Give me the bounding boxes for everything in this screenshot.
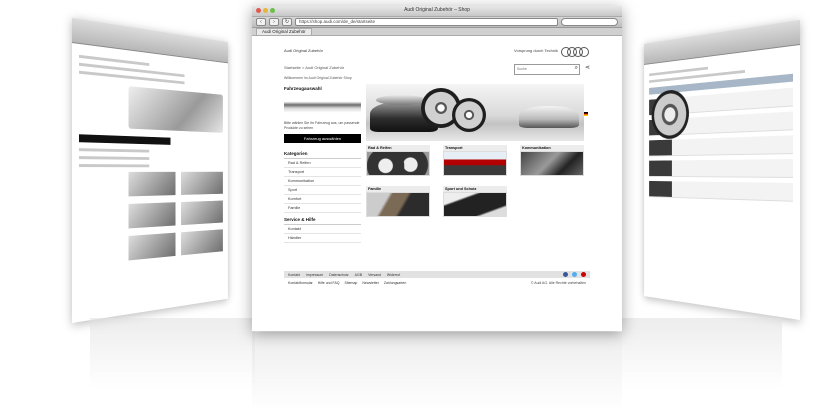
category-tile[interactable]: Sport und Schutz: [443, 186, 507, 217]
back-arrow-icon[interactable]: ‹: [256, 18, 266, 26]
copyright: © Audi AG. Alle Rechte vorbehalten: [530, 281, 586, 285]
logo-tagline: Vorsprung durch Technik: [514, 48, 558, 53]
vehicle-selection-heading: Fahrzeugauswahl: [284, 86, 322, 91]
category-tile[interactable]: Rad & Reifen: [366, 145, 430, 176]
side-left-button: [79, 134, 171, 145]
tile-image: [366, 151, 430, 176]
hero-wheel: [452, 98, 486, 132]
right-column: Rad & Reifen Transport Kommunikation Fam…: [366, 84, 584, 243]
browser-search-field[interactable]: [561, 18, 618, 26]
page-header: Audi Original Zubehör Vorsprung durch Te…: [284, 36, 622, 62]
page-content: Audi Original Zubehör Vorsprung durch Te…: [252, 36, 622, 243]
brand-label[interactable]: Audi Original Zubehör: [284, 48, 323, 53]
footer-links: Kontaktformular Hilfe und FAQ Sitemap Ne…: [288, 281, 406, 285]
category-tile[interactable]: Transport: [443, 145, 507, 176]
reflection-main: [252, 332, 622, 412]
window-titlebar: Audi Original Zubehör – Shop: [252, 6, 622, 17]
audi-rings-logo-icon[interactable]: [561, 46, 589, 57]
tile-image: [443, 192, 507, 217]
facebook-icon[interactable]: [563, 272, 568, 277]
social-icons: [563, 272, 590, 277]
vehicle-thumbnails-image[interactable]: [284, 95, 361, 117]
hero-banner-image[interactable]: [366, 84, 584, 141]
footer-link[interactable]: Zahlungsarten: [384, 281, 406, 285]
youtube-icon[interactable]: [581, 272, 586, 277]
category-item[interactable]: Sport: [284, 186, 361, 195]
breadcrumb[interactable]: Startseite > Audi Original Zubehör: [284, 65, 344, 70]
hero-roof-box: [376, 95, 426, 105]
side-window-right-body: [644, 45, 800, 213]
window-title: Audi Original Zubehör – Shop: [404, 7, 470, 13]
service-title: Service & Hilfe: [284, 217, 361, 225]
tile-image: [520, 151, 584, 176]
footer-bar: Kontakt Impressum Datenschutz AGB Versan…: [284, 271, 590, 278]
side-window-left-body: [72, 43, 228, 272]
footer-link[interactable]: Kontaktformular: [288, 281, 313, 285]
footer-link[interactable]: Hilfe und FAQ: [318, 281, 340, 285]
tile-image: [443, 151, 507, 176]
service-item[interactable]: Kontakt: [284, 225, 361, 234]
category-tile[interactable]: Kommunikation: [520, 145, 584, 176]
browser-tab[interactable]: Audi Original Zubehör: [256, 27, 312, 36]
side-left-hero-image: [128, 86, 223, 133]
service-item[interactable]: Händler: [284, 234, 361, 243]
category-item[interactable]: Transport: [284, 168, 361, 177]
info-line: Willkommen im Audi Original Zubehör Shop: [284, 76, 352, 80]
footer-item[interactable]: Versand: [368, 273, 381, 277]
address-bar[interactable]: https://shop.audi.com/de_de/startseite: [295, 18, 558, 26]
reload-icon[interactable]: ↻: [282, 18, 292, 26]
main-browser-window: Audi Original Zubehör – Shop ‹ › ↻ https…: [252, 6, 622, 331]
footer-link[interactable]: Newsletter: [362, 281, 379, 285]
left-column: Fahrzeugauswahl Bitte wählen Sie Ihr Fah…: [284, 84, 361, 243]
vehicle-selection-text: Bitte wählen Sie Ihr Fahrzeug aus, um pa…: [284, 121, 360, 130]
footer-item[interactable]: AGB: [355, 273, 362, 277]
footer-item[interactable]: Impressum: [306, 273, 323, 277]
tab-bar: Audi Original Zubehör: [252, 27, 622, 36]
category-item[interactable]: Komfort: [284, 195, 361, 204]
category-item[interactable]: Rad & Reifen: [284, 159, 361, 168]
footer-item[interactable]: Kontakt: [288, 273, 300, 277]
side-window-right: [644, 20, 800, 320]
browser-toolbar: ‹ › ↻ https://shop.audi.com/de_de/starts…: [252, 17, 622, 28]
footer-link[interactable]: Sitemap: [345, 281, 358, 285]
footer-item[interactable]: Widerruf: [387, 273, 400, 277]
forward-arrow-icon[interactable]: ›: [269, 18, 279, 26]
category-item[interactable]: Familie: [284, 204, 361, 213]
footer-item[interactable]: Datenschutz: [329, 273, 348, 277]
reflection-left: [90, 318, 255, 388]
category-item[interactable]: Kommunikation: [284, 177, 361, 186]
category-tile[interactable]: Familie: [366, 186, 430, 217]
breadcrumb-row: Startseite > Audi Original Zubehör ⌕ ⋖: [284, 62, 622, 75]
category-tiles: Rad & Reifen Transport Kommunikation Fam…: [366, 145, 584, 217]
categories-title: Kategorien: [284, 151, 361, 159]
showcase-scene: Audi Original Zubehör – Shop ‹ › ↻ https…: [0, 0, 840, 413]
tile-image: [366, 192, 430, 217]
hero-car-silver: [519, 106, 579, 128]
main-content: Fahrzeugauswahl Bitte wählen Sie Ihr Fah…: [284, 84, 622, 243]
search-input[interactable]: [514, 64, 580, 75]
reflection-right: [622, 318, 782, 388]
select-vehicle-button[interactable]: Fahrzeug auswählen: [284, 134, 361, 143]
side-left-product-grid: [128, 171, 223, 261]
share-icon[interactable]: ⋖: [585, 64, 590, 72]
side-window-left: [72, 18, 228, 323]
search-icon[interactable]: ⌕: [575, 64, 578, 72]
logo-area: Vorsprung durch Technik: [514, 46, 589, 57]
twitter-icon[interactable]: [572, 272, 577, 277]
